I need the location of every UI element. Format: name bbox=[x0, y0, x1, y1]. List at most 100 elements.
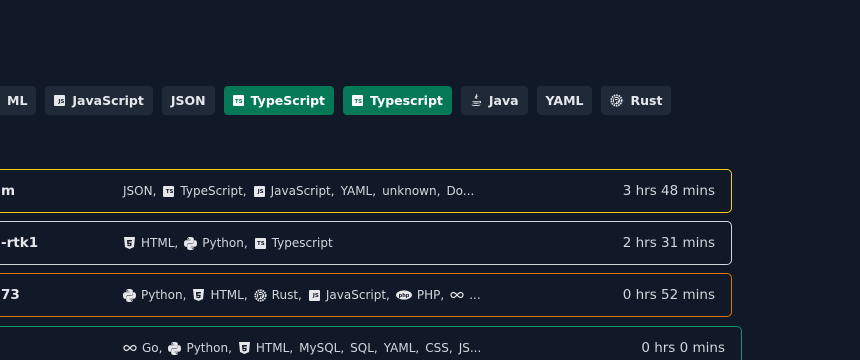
repo-languages: Python, HTML, Rust, JS JavaScript, php PHP,... bbox=[123, 274, 481, 316]
language-filter-chip[interactable]: YAML bbox=[536, 86, 593, 115]
language-filter-chip[interactable]: TS Typescript bbox=[343, 86, 452, 115]
language-tag: CSS bbox=[425, 341, 449, 355]
language-tag-label: HTML bbox=[255, 341, 290, 355]
language-tag-label: TypeScript bbox=[180, 184, 243, 198]
repo-row[interactable]: -rtk1 HTML, Python, TS Typescript 2 hrs 31 mi… bbox=[0, 221, 732, 265]
repo-name: 73 bbox=[1, 287, 20, 303]
language-filter-label: JSON bbox=[170, 93, 206, 108]
infinity-icon bbox=[123, 342, 137, 355]
language-tag-label: Do... bbox=[446, 184, 475, 198]
repo-languages: JSON, TS TypeScript, JS JavaScript, YAML, unkn… bbox=[123, 170, 474, 212]
language-filter-label: JavaScript bbox=[72, 93, 144, 108]
language-filter-chip[interactable]: JSON bbox=[161, 86, 215, 115]
separator: , bbox=[448, 341, 453, 355]
language-tag: ... bbox=[450, 288, 481, 302]
language-tag-label: MySQL bbox=[299, 341, 341, 355]
language-tag: Rust bbox=[254, 288, 298, 302]
js-icon: JS bbox=[308, 289, 321, 302]
separator: , bbox=[158, 341, 163, 355]
separator: , bbox=[340, 341, 345, 355]
separator: , bbox=[152, 184, 157, 198]
ts-icon: TS bbox=[162, 185, 175, 198]
repo-time: 0 hrs 0 mins bbox=[641, 340, 725, 356]
language-filter-bar: ML JS JavaScript JSON TS TypeScript TS Typescri… bbox=[0, 86, 672, 115]
language-tag-label: Python bbox=[141, 288, 183, 302]
repo-name: m bbox=[1, 183, 16, 199]
language-tag-label: YAML bbox=[340, 184, 373, 198]
language-filter-label: YAML bbox=[545, 93, 584, 108]
language-filter-label: TypeScript bbox=[250, 93, 326, 108]
separator: , bbox=[372, 184, 377, 198]
language-filter-chip[interactable]: Java bbox=[460, 86, 528, 115]
language-filter-label: Java bbox=[488, 93, 519, 108]
language-tag: MySQL bbox=[299, 341, 340, 355]
repo-name bbox=[0, 327, 1, 360]
separator: , bbox=[243, 288, 248, 302]
language-tag: Do... bbox=[446, 184, 474, 198]
language-tag: HTML bbox=[238, 341, 289, 355]
language-tag: JSON bbox=[123, 184, 153, 198]
language-tag-label: Python bbox=[202, 236, 244, 250]
language-tag-label: JavaScript bbox=[325, 288, 387, 302]
language-tag-label: SQL bbox=[350, 341, 374, 355]
language-tag-label: JavaScript bbox=[270, 184, 331, 198]
language-tag: YAML bbox=[341, 184, 373, 198]
separator: , bbox=[289, 341, 294, 355]
language-tag-label: YAML bbox=[383, 341, 416, 355]
language-filter-chip[interactable]: Rust bbox=[601, 86, 672, 115]
language-tag-label: Typescript bbox=[271, 236, 333, 250]
language-filter-chip[interactable]: ML bbox=[0, 86, 37, 115]
language-tag: SQL bbox=[350, 341, 374, 355]
ts-icon: TS bbox=[232, 95, 244, 106]
language-tag-label: Go bbox=[142, 341, 159, 355]
language-tag: HTML bbox=[192, 288, 244, 302]
separator: , bbox=[174, 236, 179, 250]
language-tag: TS Typescript bbox=[254, 236, 333, 250]
language-tag-label: HTML bbox=[210, 288, 244, 302]
separator: , bbox=[330, 184, 335, 198]
language-tag-label: Rust bbox=[271, 288, 299, 302]
svg-text:php: php bbox=[399, 293, 410, 299]
language-tag-label: Python bbox=[186, 341, 229, 355]
html-icon bbox=[192, 289, 205, 302]
repo-time: 3 hrs 48 mins bbox=[622, 183, 715, 199]
language-tag-label: PHP bbox=[416, 288, 441, 302]
language-tag-label: ... bbox=[469, 288, 481, 302]
js-icon: JS bbox=[54, 95, 66, 106]
language-tag: JS JavaScript bbox=[253, 184, 331, 198]
repo-time: 2 hrs 31 mins bbox=[622, 235, 715, 251]
repo-name: -rtk1 bbox=[1, 235, 39, 251]
java-icon bbox=[470, 94, 482, 107]
separator: , bbox=[243, 236, 248, 250]
language-tag-label: JS... bbox=[458, 341, 482, 355]
language-filter-label: Typescript bbox=[370, 93, 443, 108]
language-tag: Go bbox=[123, 341, 159, 355]
separator: , bbox=[228, 341, 232, 355]
separator: , bbox=[373, 341, 378, 355]
language-tag: php PHP bbox=[395, 288, 441, 302]
language-tag: unknown bbox=[382, 184, 437, 198]
language-tag: JS... bbox=[459, 341, 482, 355]
language-filter-chip[interactable]: JS JavaScript bbox=[45, 86, 153, 115]
language-tag: Python bbox=[123, 288, 183, 302]
separator: , bbox=[415, 341, 420, 355]
language-filter-label: Rust bbox=[630, 93, 663, 108]
repo-row[interactable]: Go, Python, HTML, MySQL, SQL, YAML, CSS, JS... 0… bbox=[0, 326, 742, 360]
language-tag: JS JavaScript bbox=[308, 288, 386, 302]
repo-row[interactable]: m JSON, TS TypeScript, JS JavaScript, YAML, unk… bbox=[0, 169, 732, 213]
rust-icon bbox=[254, 288, 267, 302]
language-tag: Python bbox=[168, 341, 228, 355]
repo-languages: Go, Python, HTML, MySQL, SQL, YAML, CSS, JS... bbox=[123, 327, 481, 360]
separator: , bbox=[386, 288, 390, 302]
language-tag: HTML bbox=[123, 236, 174, 250]
language-filter-chip[interactable]: TS TypeScript bbox=[223, 86, 335, 115]
js-icon: JS bbox=[253, 185, 266, 198]
repo-row[interactable]: 73 Python, HTML, Rust, JS JavaScript, php PHP,.… bbox=[0, 273, 732, 317]
infinity-icon bbox=[450, 289, 464, 302]
separator: , bbox=[440, 288, 445, 302]
ts-icon: TS bbox=[352, 95, 364, 106]
python-icon bbox=[184, 236, 198, 250]
rust-icon bbox=[610, 94, 624, 107]
separator: , bbox=[242, 184, 247, 198]
language-tag-label: HTML bbox=[141, 236, 175, 250]
